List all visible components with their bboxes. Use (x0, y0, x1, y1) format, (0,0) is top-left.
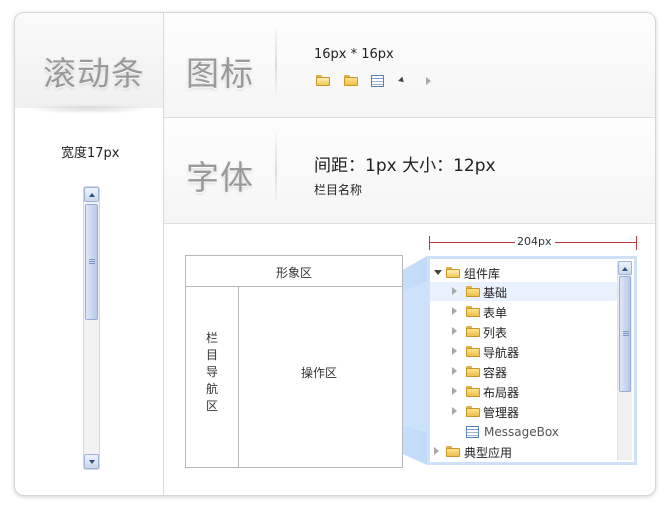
tree-width-label: 204px (517, 235, 552, 248)
folder-icon (466, 366, 480, 377)
collapsed-arrow-icon (434, 447, 439, 455)
tree-node-child[interactable]: 基础 (430, 282, 618, 301)
tree-node-label: 布局器 (483, 386, 520, 400)
folder-icon (466, 386, 480, 397)
collapsed-arrow-icon (452, 327, 457, 335)
tree-node-label: 基础 (483, 286, 508, 300)
tree-leaf[interactable]: MessageBox (430, 423, 618, 442)
tree-node-child[interactable]: 列表 (430, 322, 618, 341)
tree-node-label: 容器 (483, 366, 508, 380)
folder-icon (466, 286, 480, 297)
folder-icon (466, 346, 480, 357)
style-guide-card: 滚动条 宽度17px 图标 16px * 16px 字体 间距：1px 大小：1… (14, 12, 656, 496)
dimension-tick-left (429, 236, 430, 250)
collapsed-arrow-icon (452, 367, 457, 375)
tree-scrollbar[interactable] (617, 261, 632, 460)
work-area-label: 操作区 (301, 366, 338, 380)
banner-area-label: 形象区 (276, 266, 313, 280)
collapsed-arrow-icon (452, 387, 457, 395)
tree-node-sibling[interactable]: 典型应用 (430, 442, 618, 461)
tree-node-child[interactable]: 管理器 (430, 402, 618, 421)
folder-open-icon (446, 267, 460, 278)
scroll-up-button[interactable] (618, 261, 632, 275)
tree-node-label: 导航器 (483, 346, 520, 360)
expanded-arrow-icon (434, 270, 442, 275)
collapsed-arrow-icon (452, 347, 457, 355)
scroll-thumb[interactable] (619, 276, 631, 392)
arrow-up-icon (622, 267, 628, 271)
grid-icon (466, 426, 479, 438)
collapsed-arrow-icon (452, 287, 457, 295)
nav-tree-sample: 组件库 基础 表单 列表 导航器 容器 布局器 管理器 MessageBox 典… (427, 256, 637, 465)
folder-icon (466, 306, 480, 317)
folder-icon (466, 406, 480, 417)
dimension-line (429, 242, 515, 243)
collapsed-arrow-icon (452, 307, 457, 315)
collapsed-arrow-icon (452, 407, 457, 415)
tree-node-label: 列表 (483, 326, 508, 340)
tree-node-child[interactable]: 导航器 (430, 342, 618, 361)
tree-node-child[interactable]: 容器 (430, 362, 618, 381)
tree-node-child[interactable]: 布局器 (430, 382, 618, 401)
tree-node-label: 管理器 (483, 406, 520, 420)
folder-icon (446, 446, 460, 457)
tree-node-child[interactable]: 表单 (430, 302, 618, 321)
tree-leaf-label: MessageBox (484, 425, 559, 439)
folder-icon (466, 326, 480, 337)
tree-node-root[interactable]: 组件库 (430, 263, 618, 282)
tree-node-label: 组件库 (464, 267, 501, 281)
dimension-line (555, 242, 636, 243)
tree-node-label: 典型应用 (464, 446, 513, 460)
nav-area-label: 栏 目 导 航 区 (206, 331, 219, 413)
dimension-tick-right (636, 236, 637, 250)
tree-node-label: 表单 (483, 306, 508, 320)
